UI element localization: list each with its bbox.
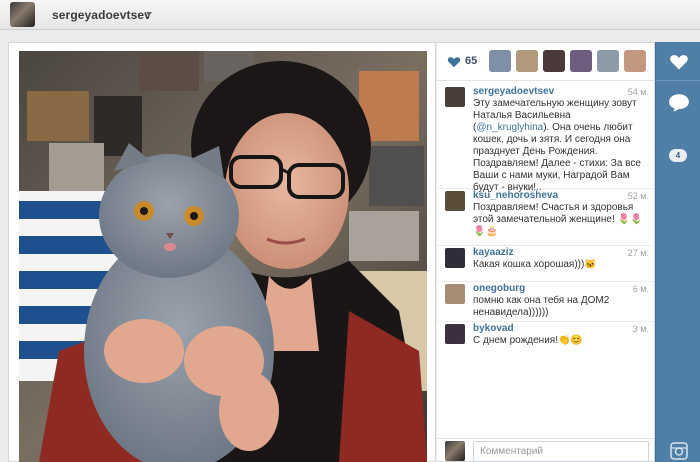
liker-avatar[interactable] [543,50,565,72]
comment-button[interactable] [662,86,696,120]
user-avatar[interactable] [10,2,35,27]
comment-username[interactable]: bykovad [473,323,514,334]
comment-timestamp: 52 м. [627,191,649,201]
comment-avatar[interactable] [445,248,465,268]
comment-avatar[interactable] [445,284,465,304]
comments-panel: 65 sergeyadoevtsev 54 м. Эту замечательную… [437,42,655,462]
comment-text: С днем рождения!👏😊 [473,335,583,346]
post-photo[interactable] [19,51,427,462]
divider [656,80,700,81]
comment-username[interactable]: sergeyadoevtsev [473,86,554,97]
liker-avatar[interactable] [570,50,592,72]
comment-username[interactable]: onegoburg [473,283,525,294]
comment-text: Какая кошка хорошая)))🐱 [473,259,597,270]
comment-avatar[interactable] [445,87,465,107]
action-rail: 4 [655,42,700,462]
comment-timestamp: 3 м. [632,324,649,334]
speech-bubble-icon [669,94,689,112]
liker-avatar[interactable] [597,50,619,72]
top-bar: sergeyadoevtsev [0,0,700,30]
mention-link[interactable]: @n_kruglyhina [476,122,543,133]
comment-text: Эту замечательную женщину зовут Наталья … [473,98,649,194]
chevron-down-icon[interactable] [146,12,152,16]
comment-item: sergeyadoevtsev 54 м. Эту замечательную же… [437,85,655,193]
comment-username[interactable]: ksu_nehorosheva [473,190,558,201]
comment-text: Поздравляем! Счастья и здоровья этой зам… [473,202,643,237]
camera-icon [670,442,688,460]
liker-avatar[interactable] [489,50,511,72]
comment-item: ksu_nehorosheva 52 м. Поздравляем! Счастья… [437,189,655,246]
avatar [445,441,465,461]
comment-timestamp: 27 м. [627,248,649,258]
comment-avatar[interactable] [445,191,465,211]
header-username[interactable]: sergeyadoevtsev [52,8,151,22]
comment-item: onegoburg 6 м. помню как она тебя на ДОМ2 … [437,282,655,322]
comment-item: bykovad 3 м. С днем рождения!👏😊 [437,322,655,358]
comment-item: kayaaziz 27 м. Какая кошка хорошая)))🐱 [437,246,655,282]
comment-timestamp: 54 м. [627,87,649,97]
instagram-button[interactable] [662,434,696,462]
likes-count[interactable]: 65 [465,55,477,67]
like-button[interactable] [662,45,696,79]
comment-input-row [437,438,655,462]
liker-avatar[interactable] [624,50,646,72]
comments-count-badge: 4 [669,149,687,162]
comment-input[interactable] [473,441,649,462]
comment-username[interactable]: kayaaziz [473,247,514,258]
comment-avatar[interactable] [445,324,465,344]
heart-icon [670,55,688,70]
liker-avatar[interactable] [516,50,538,72]
comment-text: помню как она тебя на ДОМ2 ненавидела)))… [473,295,610,318]
comment-timestamp: 6 м. [632,284,649,294]
heart-icon[interactable] [447,55,461,69]
likes-row: 65 [437,43,655,81]
photo-image [19,51,427,462]
